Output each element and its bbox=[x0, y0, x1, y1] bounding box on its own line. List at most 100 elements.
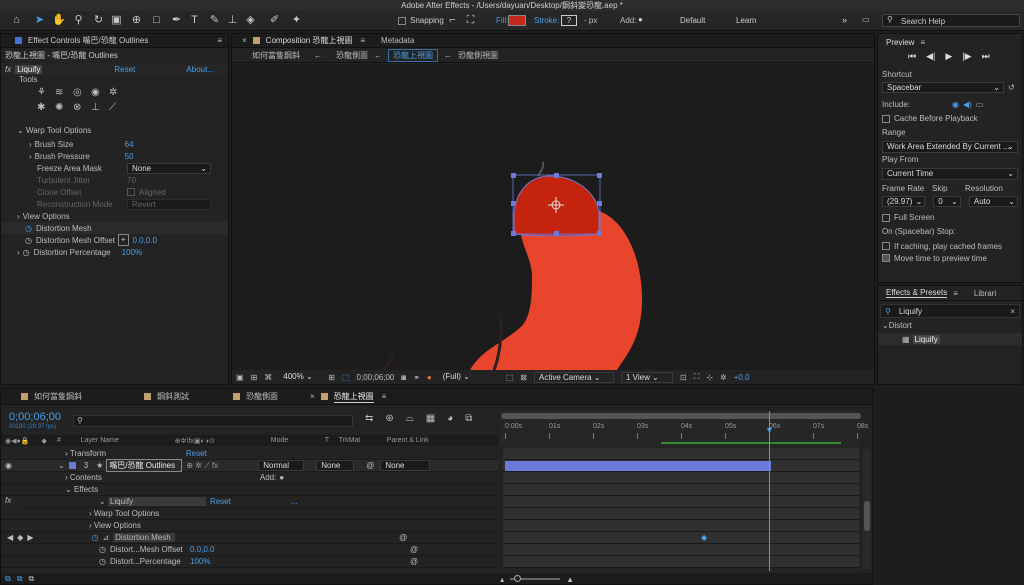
clone-tool-icon[interactable]: ⊥ bbox=[91, 102, 100, 113]
reset-exposure-icon[interactable]: ✲ bbox=[720, 373, 727, 382]
add-icon[interactable]: ● bbox=[279, 473, 284, 482]
camera-tool-icon[interactable]: ▣ bbox=[110, 14, 123, 27]
pan-behind-icon[interactable]: ⊕ bbox=[130, 14, 143, 27]
zoom-slider[interactable] bbox=[510, 575, 561, 582]
snapshot-icon[interactable]: ◙ bbox=[401, 373, 406, 382]
next-frame-icon[interactable]: |▶ bbox=[962, 51, 971, 62]
timeline-tab[interactable]: 鋼斜測試 bbox=[157, 391, 217, 402]
motion-blur-icon[interactable]: ◕ bbox=[447, 413, 453, 424]
snapping-checkbox[interactable] bbox=[398, 17, 406, 25]
playhead-handle[interactable]: ▼ bbox=[765, 425, 774, 435]
roi-icon[interactable]: ⬚ bbox=[506, 373, 514, 382]
effects-row[interactable]: Effects bbox=[74, 485, 98, 494]
play-from-dropdown[interactable]: Current Time ⌄ bbox=[882, 168, 1018, 180]
composition-viewer[interactable] bbox=[232, 64, 874, 370]
exposure-value[interactable]: +0.0 bbox=[734, 373, 750, 382]
clear-search-icon[interactable]: × bbox=[1010, 307, 1015, 316]
time-ruler[interactable]: 0:00s 01s 02s 03s 04s 05s 06s 07s 08s bbox=[501, 411, 868, 447]
sync-icon[interactable]: ▭ bbox=[862, 15, 870, 24]
shift-pixels-tool-icon[interactable]: ✺ bbox=[55, 102, 63, 113]
shortcut-dropdown[interactable]: Spacebar ⌄ bbox=[882, 82, 1004, 93]
views-dropdown[interactable]: 1 View ⌄ bbox=[621, 371, 673, 383]
breadcrumb-current[interactable]: 恐龍上視圖 bbox=[388, 48, 438, 62]
fx-icon[interactable]: fx bbox=[5, 65, 11, 74]
timeline-scrollbar[interactable] bbox=[863, 449, 871, 569]
zoom-in-icon[interactable]: ▲ bbox=[566, 575, 574, 584]
fill-swatch[interactable] bbox=[508, 15, 526, 26]
graph-icon[interactable]: ⊿ bbox=[102, 533, 109, 542]
trkmat-dropdown[interactable]: None bbox=[316, 460, 355, 471]
metadata-tab[interactable]: Metadata bbox=[381, 36, 414, 45]
effect-controls-tab[interactable]: Effect Controls 嘴巴/恐龍 Outlines bbox=[28, 35, 148, 46]
contents-row[interactable]: Contents bbox=[70, 473, 186, 482]
panel-menu-icon[interactable]: ≡ bbox=[382, 392, 387, 401]
libraries-tab[interactable]: Librari bbox=[974, 289, 996, 298]
render-time-toggle[interactable]: ⧉ bbox=[28, 574, 34, 584]
eraser-tool-icon[interactable]: ◈ bbox=[244, 14, 257, 27]
layer-mode-dropdown[interactable]: Normal bbox=[258, 460, 305, 471]
stopwatch-icon[interactable]: ◷ bbox=[99, 545, 106, 554]
layer-search-input[interactable]: ⚲ bbox=[73, 415, 353, 427]
warp-tool-options[interactable]: ⌄ Warp Tool Options bbox=[1, 126, 228, 138]
distortion-mesh-offset-value[interactable]: 0.0,0.0 bbox=[133, 236, 157, 245]
transparency-grid-icon[interactable]: ⊠ bbox=[520, 373, 527, 382]
pick-whip-icon[interactable]: @ bbox=[399, 533, 407, 542]
grid-icon[interactable]: ⊞ bbox=[328, 373, 335, 382]
stopwatch-icon[interactable]: ◷ bbox=[25, 224, 32, 233]
percentage-value[interactable]: 100% bbox=[190, 557, 410, 566]
rotate-tool-icon[interactable]: ↻ bbox=[92, 14, 105, 27]
rectangle-tool-icon[interactable]: □ bbox=[150, 14, 163, 27]
fx-icon[interactable]: fx bbox=[5, 496, 11, 505]
panel-menu-icon[interactable]: ≡ bbox=[920, 38, 925, 47]
add-icon[interactable]: ● bbox=[638, 15, 643, 24]
stopwatch-icon[interactable]: ◷ bbox=[23, 248, 30, 257]
current-time-display[interactable]: 0;00;06;00 bbox=[357, 373, 395, 382]
liquify-more[interactable]: ... bbox=[291, 497, 298, 506]
pen-tool-icon[interactable]: ✒ bbox=[170, 14, 183, 27]
layer-label-color[interactable] bbox=[68, 462, 76, 469]
stopwatch-icon[interactable]: ◷ bbox=[91, 533, 98, 542]
freeze-mask-dropdown[interactable]: None ⌄ bbox=[127, 162, 211, 174]
distortion-mesh-row[interactable]: Distortion Mesh bbox=[113, 533, 176, 542]
pucker-tool-icon[interactable]: ✲ bbox=[109, 87, 117, 98]
effects-search-input[interactable]: Liquify bbox=[899, 307, 922, 316]
graph-editor-icon[interactable]: ⧉ bbox=[465, 413, 472, 424]
distortion-percentage-value[interactable]: 100% bbox=[122, 248, 142, 257]
always-preview-icon[interactable]: ▣ bbox=[236, 373, 244, 382]
breadcrumb-item[interactable]: 恐龍側面 bbox=[336, 50, 368, 61]
resolution-toggle-icon[interactable]: ⊞ bbox=[251, 373, 258, 382]
skip-dropdown[interactable]: 0 ⌄ bbox=[933, 196, 961, 207]
warp-tool-icon[interactable]: ⚘ bbox=[37, 87, 46, 98]
brush-size-value[interactable]: 64 bbox=[125, 140, 134, 149]
distort-category[interactable]: ⌄Distort bbox=[878, 321, 1022, 333]
region-icon[interactable]: ⬚ bbox=[342, 373, 350, 382]
prev-keyframe-icon[interactable]: ◀ bbox=[7, 533, 13, 542]
first-frame-icon[interactable]: ⏮ bbox=[908, 51, 916, 62]
breadcrumb-item[interactable]: 如何當隻鋼斜 bbox=[252, 50, 300, 61]
brush-tool-icon[interactable]: ✎ bbox=[208, 14, 221, 27]
clone-stamp-icon[interactable]: ⊥ bbox=[226, 14, 239, 27]
last-frame-icon[interactable]: ⏭ bbox=[982, 51, 990, 62]
reconstruction-tool-icon[interactable]: ⟋ bbox=[109, 102, 116, 113]
composition-tab[interactable]: Composition 恐龍上視圖 bbox=[266, 35, 353, 46]
shy-icon[interactable]: ⌓ bbox=[406, 413, 414, 424]
prev-frame-icon[interactable]: ◀| bbox=[926, 51, 935, 62]
roto-brush-icon[interactable]: ✐ bbox=[268, 14, 281, 27]
reflection-tool-icon[interactable]: ⊗ bbox=[73, 102, 81, 113]
zoom-dropdown[interactable]: 400% ⌄ bbox=[279, 372, 321, 383]
flowchart-icon[interactable]: ⊹ bbox=[706, 373, 713, 382]
next-keyframe-icon[interactable]: ▶ bbox=[27, 533, 33, 542]
include-audio-icon[interactable]: ◀) bbox=[963, 100, 972, 109]
parent-dropdown[interactable]: None bbox=[380, 460, 431, 471]
keyframe-icon[interactable]: ◆ bbox=[701, 533, 707, 542]
liquify-reset[interactable]: Reset bbox=[210, 497, 231, 506]
panel-menu-icon[interactable]: ≡ bbox=[217, 36, 222, 45]
search-help-field[interactable]: ⚲ Search Help bbox=[882, 14, 1020, 27]
stopwatch-icon[interactable]: ◷ bbox=[99, 557, 106, 566]
vr-icon[interactable]: ⌘ bbox=[264, 373, 272, 382]
breadcrumb-item[interactable]: 恐龍側視圖 bbox=[458, 50, 498, 61]
color-channel-icon[interactable]: ● bbox=[427, 373, 432, 382]
workspace-default[interactable]: Default bbox=[680, 16, 705, 25]
more-workspaces-icon[interactable]: » bbox=[842, 15, 847, 25]
mesh-offset-value[interactable]: 0.0,0.0 bbox=[190, 545, 410, 554]
